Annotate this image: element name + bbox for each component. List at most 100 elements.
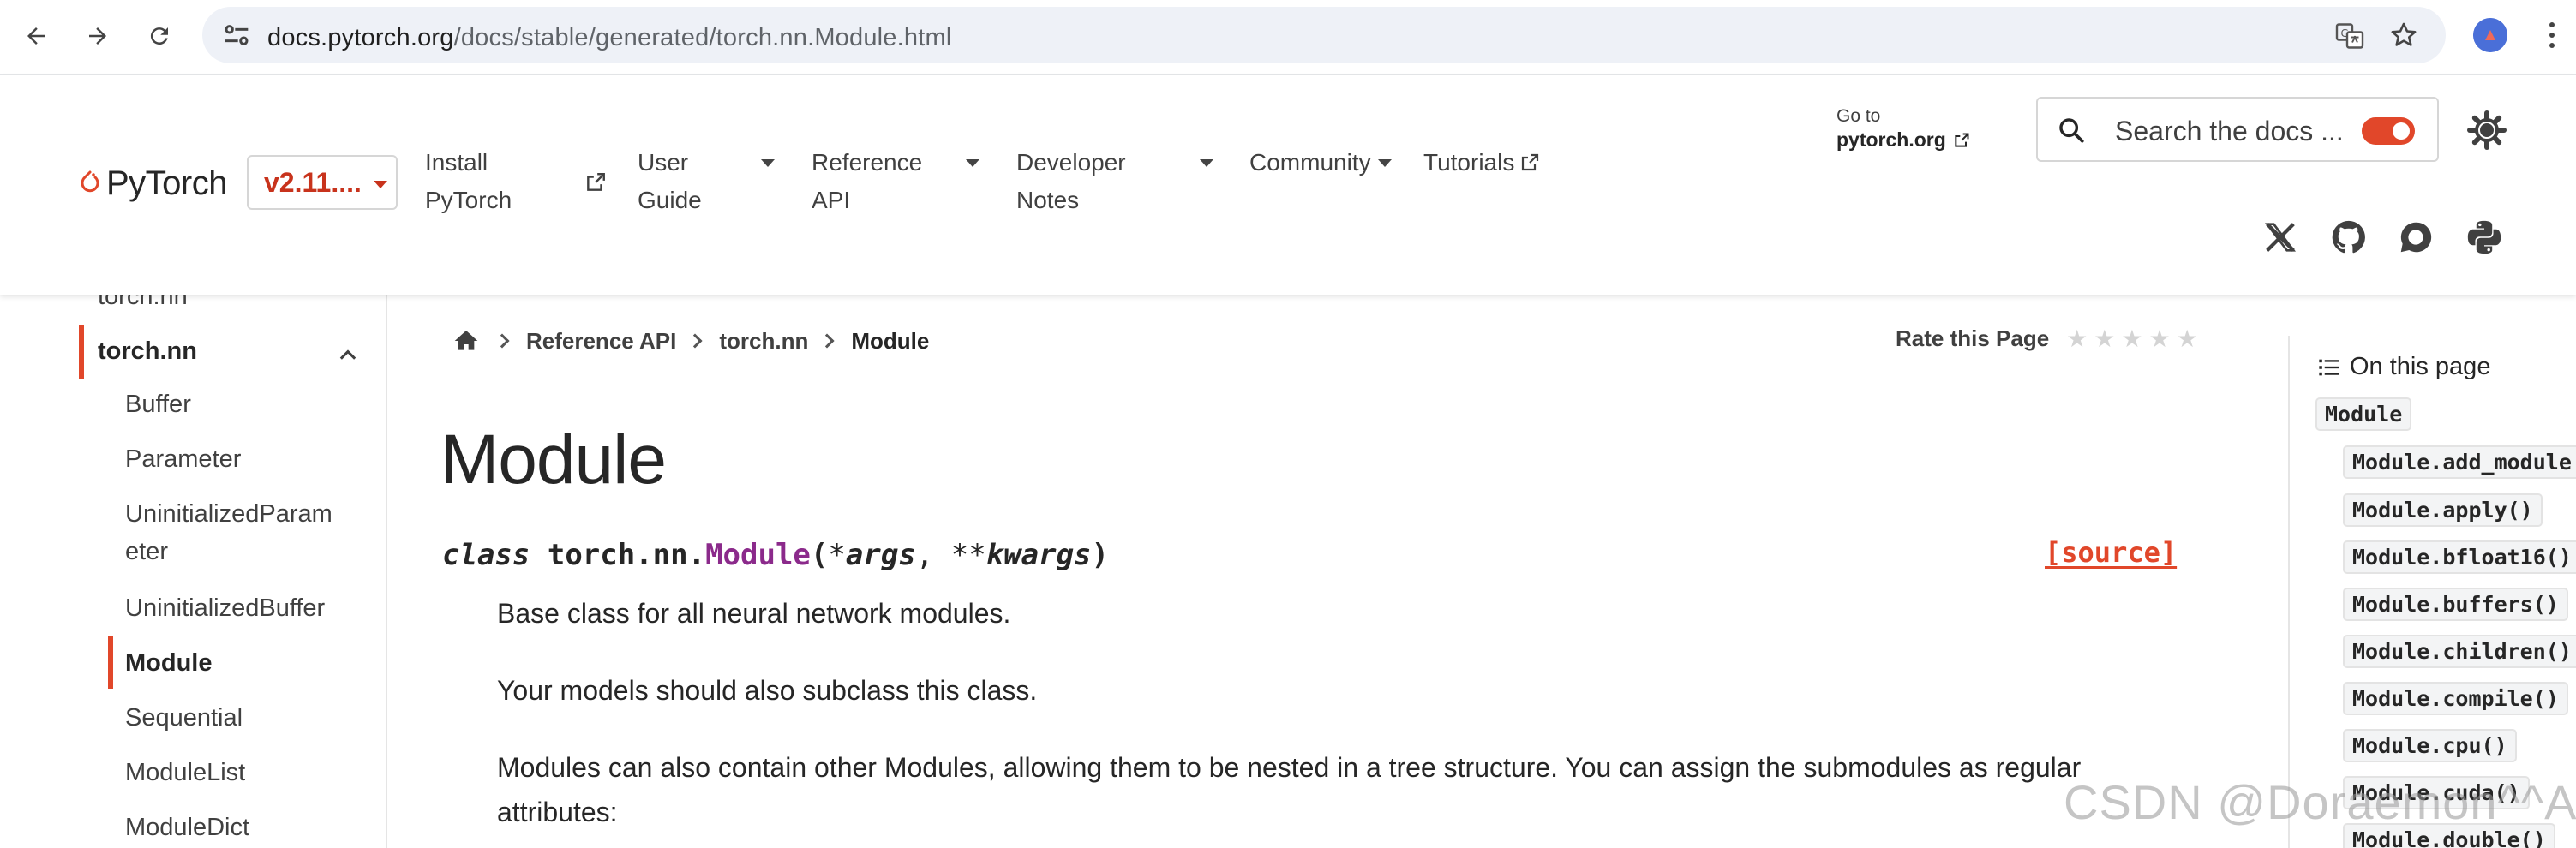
sig-star: * bbox=[828, 538, 846, 572]
breadcrumb-reference-api[interactable]: Reference API bbox=[526, 328, 676, 355]
star-icon[interactable]: ★ bbox=[2066, 326, 2088, 351]
chevron-up-icon[interactable] bbox=[336, 343, 360, 367]
sidebar-item-moduledict[interactable]: ModuleDict bbox=[125, 810, 249, 845]
toc-item-add-module[interactable]: Module.add_module bbox=[2343, 445, 2576, 479]
nav-user-guide-line2: Guide bbox=[638, 187, 702, 213]
sig-param-kwargs: kwargs bbox=[985, 538, 1092, 572]
toc-item-bfloat16[interactable]: Module.bfloat16() bbox=[2343, 540, 2576, 574]
toc-item-children[interactable]: Module.children() bbox=[2343, 635, 2576, 668]
breadcrumb-separator bbox=[494, 333, 510, 349]
theme-toggle-icon[interactable] bbox=[2466, 110, 2507, 151]
toc-item-buffers[interactable]: Module.buffers() bbox=[2343, 588, 2568, 621]
browser-toolbar: docs.pytorch.org/docs/stable/generated/t… bbox=[0, 0, 2576, 75]
chevron-down-icon bbox=[761, 159, 775, 167]
toc-divider bbox=[2288, 336, 2290, 848]
paragraph-1: Base class for all neural network module… bbox=[497, 598, 1011, 629]
url-host: docs.pytorch.org bbox=[267, 24, 454, 51]
watermark: CSDN @Doraemon^^A bbox=[2064, 775, 2576, 829]
goto-label: Go to bbox=[1836, 106, 1881, 126]
toc-item-apply[interactable]: Module.apply() bbox=[2343, 493, 2543, 527]
pytorch-flame-icon bbox=[81, 170, 99, 192]
paragraph-3-line1: Modules can also contain other Modules, … bbox=[497, 752, 2082, 783]
chevron-down-icon bbox=[374, 181, 387, 188]
nav-tutorials[interactable]: Tutorials bbox=[1423, 144, 1540, 182]
search-icon bbox=[2059, 118, 2084, 143]
breadcrumb: Reference API torch.nn Module bbox=[452, 324, 929, 358]
github-icon[interactable] bbox=[2329, 218, 2369, 257]
sidebar-active-bar bbox=[108, 636, 113, 689]
nav-tutorials-label: Tutorials bbox=[1423, 149, 1515, 176]
home-icon[interactable] bbox=[452, 327, 480, 355]
python-icon[interactable] bbox=[2465, 218, 2504, 257]
sidebar-item-modulelist[interactable]: ModuleList bbox=[125, 755, 245, 790]
chevron-down-icon bbox=[1200, 159, 1213, 167]
sidebar-active-bar bbox=[79, 325, 84, 379]
paragraph-3-line2: attributes: bbox=[497, 797, 618, 827]
breadcrumb-current: Module bbox=[851, 327, 930, 354]
reload-button[interactable] bbox=[137, 14, 182, 58]
sidebar-item-torch-nn-parent[interactable]: torch.nn bbox=[98, 295, 188, 314]
breadcrumb-torch-nn[interactable]: torch.nn bbox=[719, 328, 808, 355]
discourse-forum-icon[interactable] bbox=[2396, 218, 2435, 257]
arrow-left-icon bbox=[27, 27, 45, 45]
translate-icon[interactable]: G bbox=[2334, 21, 2365, 51]
source-link[interactable]: [source] bbox=[2045, 536, 2177, 569]
star-icon[interactable]: ★ bbox=[2094, 326, 2115, 351]
list-icon bbox=[2319, 359, 2339, 375]
goto-pytorch-link[interactable]: Go to pytorch.org bbox=[1836, 106, 1970, 152]
sig-keyword: class bbox=[442, 538, 530, 572]
nav-reference-api[interactable]: Reference API bbox=[812, 144, 983, 219]
toc-heading: On this page bbox=[2317, 353, 2490, 381]
nav-developer-line2: Notes bbox=[1016, 187, 1080, 213]
site-header: PyTorch v2.11.... Install PyTorch User G… bbox=[0, 75, 2576, 295]
nav-developer-line1: Developer bbox=[1016, 149, 1126, 176]
toc-item-cpu[interactable]: Module.cpu() bbox=[2343, 729, 2517, 762]
nav-community-label: Community bbox=[1249, 149, 1371, 176]
address-bar[interactable]: docs.pytorch.org/docs/stable/generated/t… bbox=[202, 7, 2446, 63]
browser-menu-button[interactable] bbox=[2535, 12, 2569, 58]
back-button[interactable] bbox=[14, 14, 58, 58]
pytorch-logo[interactable]: PyTorch bbox=[79, 164, 228, 203]
breadcrumb-separator bbox=[819, 333, 835, 349]
star-icon[interactable]: ★ bbox=[2149, 326, 2171, 351]
external-link-icon bbox=[1522, 153, 1539, 171]
site-info-icon[interactable] bbox=[219, 18, 254, 52]
profile-avatar[interactable] bbox=[2473, 18, 2507, 52]
sidebar-item-torch-nn[interactable]: torch.nn bbox=[98, 334, 197, 368]
nav-install-line2: PyTorch bbox=[425, 187, 512, 213]
version-dropdown[interactable]: v2.11.... bbox=[247, 155, 398, 210]
page-title: Module bbox=[440, 421, 667, 499]
version-label: v2.11.... bbox=[264, 166, 362, 198]
sidebar-item-parameter[interactable]: Parameter bbox=[125, 442, 241, 476]
goto-link-text: pytorch.org bbox=[1836, 128, 1946, 151]
sig-paren-close: ) bbox=[1091, 538, 1109, 572]
nav-user-guide[interactable]: User Guide bbox=[638, 144, 783, 219]
sidebar-item-sequential[interactable]: Sequential bbox=[125, 701, 243, 735]
sidebar-item-buffer[interactable]: Buffer bbox=[125, 387, 191, 421]
sig-prefix: torch.nn. bbox=[547, 538, 706, 572]
sig-comma: , bbox=[915, 538, 934, 572]
star-icon[interactable]: ★ bbox=[2121, 326, 2142, 351]
rating-stars[interactable]: ★ ★ ★ ★ ★ bbox=[2066, 326, 2198, 351]
url-text[interactable]: docs.pytorch.org/docs/stable/generated/t… bbox=[267, 24, 951, 52]
toc-item-compile[interactable]: Module.compile() bbox=[2343, 682, 2568, 715]
sidebar-item-uninitialized-parameter-wrap[interactable]: eter bbox=[125, 534, 168, 569]
toc-item-module[interactable]: Module bbox=[2315, 397, 2412, 431]
class-signature: class torch.nn.Module(*args, **kwargs) bbox=[442, 538, 1109, 572]
star-icon[interactable]: ★ bbox=[2177, 326, 2198, 351]
bookmark-star-icon[interactable] bbox=[2389, 21, 2418, 50]
search-box[interactable]: Search the docs ... bbox=[2036, 97, 2439, 162]
nav-community[interactable]: Community bbox=[1249, 144, 1395, 182]
paragraph-2: Your models should also subclass this cl… bbox=[497, 675, 1038, 706]
sidebar-item-uninitialized-parameter[interactable]: UninitializedParam bbox=[125, 497, 332, 531]
sidebar-item-uninitialized-buffer[interactable]: UninitializedBuffer bbox=[125, 591, 325, 625]
sidebar-item-module[interactable]: Module bbox=[125, 646, 213, 680]
nav-install-pytorch[interactable]: Install PyTorch bbox=[425, 144, 512, 219]
nav-reference-line2: API bbox=[812, 187, 851, 213]
nav-developer-notes[interactable]: Developer Notes bbox=[1016, 144, 1215, 219]
x-twitter-icon[interactable] bbox=[2261, 218, 2300, 257]
search-mode-toggle[interactable] bbox=[2362, 117, 2415, 145]
sig-param-args: args bbox=[845, 538, 916, 572]
forward-button[interactable] bbox=[75, 14, 120, 58]
sig-paren-open: ( bbox=[810, 538, 829, 572]
